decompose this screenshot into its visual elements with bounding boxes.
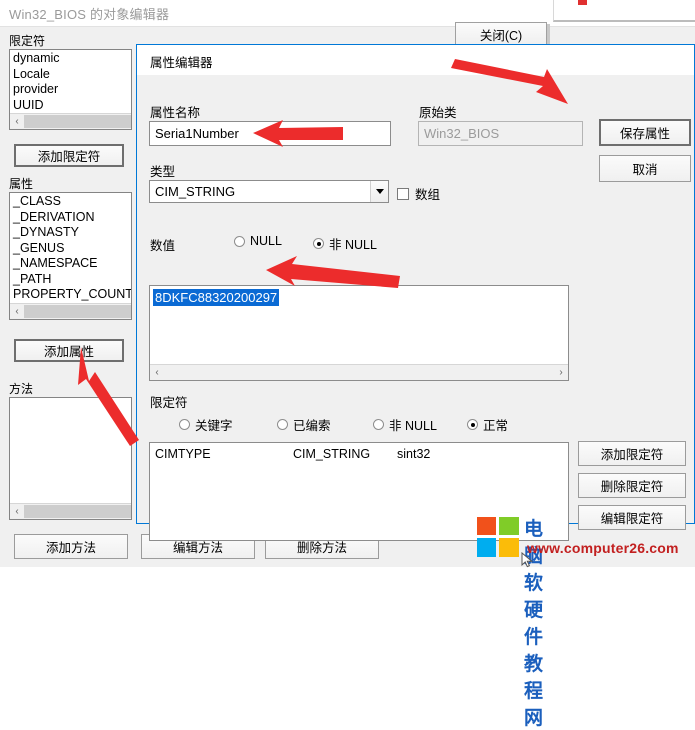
cancel-button[interactable]: 取消	[599, 155, 691, 182]
value-null-radio[interactable]: NULL	[234, 234, 282, 248]
methods-list	[10, 398, 131, 399]
dialog-title: 属性编辑器	[150, 56, 213, 70]
property-editor-dialog: 属性编辑器 属性名称 Seria1Number 原始类 Win32_BIOS 保…	[136, 44, 695, 541]
value-label: 数值	[150, 239, 176, 253]
list-item[interactable]: _CLASS	[13, 194, 131, 210]
list-item[interactable]: _PATH	[13, 272, 131, 288]
checkbox-box[interactable]	[397, 187, 409, 200]
radio-circle[interactable]	[467, 419, 478, 430]
methods-listbox[interactable]: ‹	[9, 397, 132, 520]
value-null-radio-label: NULL	[250, 234, 282, 248]
watermark-site-url: www.computer26.com	[527, 540, 679, 556]
scroll-right-icon[interactable]: ›	[554, 365, 568, 380]
radio-circle[interactable]	[277, 419, 288, 430]
properties-hscrollbar[interactable]: ‹	[10, 303, 131, 319]
add-method-button[interactable]: 添加方法	[14, 534, 128, 559]
table-row[interactable]: CIMTYPE CIM_STRING sint32	[155, 447, 430, 461]
array-checkbox[interactable]: 数组	[397, 184, 440, 203]
list-item[interactable]: _DYNASTY	[13, 225, 131, 241]
list-item[interactable]: PROPERTY_COUNT	[13, 287, 131, 303]
value-text[interactable]: 8DKFC88320200297	[153, 289, 280, 306]
save-property-button[interactable]: 保存属性	[599, 119, 691, 146]
radio-circle[interactable]	[373, 419, 384, 430]
dialog-edit-qualifier-button[interactable]: 编辑限定符	[578, 505, 686, 530]
property-name-field[interactable]: Seria1Number	[149, 121, 391, 146]
qual-name-cell: CIMTYPE	[155, 447, 211, 461]
list-item[interactable]: dynamic	[13, 51, 131, 67]
properties-section-label: 属性	[9, 177, 34, 191]
add-property-button[interactable]: 添加属性	[14, 339, 124, 362]
list-item[interactable]: _GENUS	[13, 241, 131, 257]
scroll-left-icon[interactable]: ‹	[10, 504, 24, 519]
origin-class-field: Win32_BIOS	[418, 121, 583, 146]
methods-hscrollbar[interactable]: ‹	[10, 503, 131, 519]
value-notnull-radio[interactable]: 非 NULL	[313, 234, 377, 253]
qual-filter-keyword-label: 关键字	[195, 419, 233, 433]
list-item[interactable]: Locale	[13, 67, 131, 83]
scroll-left-icon[interactable]: ‹	[150, 365, 164, 380]
scroll-track[interactable]	[164, 365, 554, 380]
type-value: CIM_STRING	[155, 184, 236, 199]
dialog-add-qualifier-button[interactable]: 添加限定符	[578, 441, 686, 466]
qualifiers-list: dynamic Locale provider UUID	[10, 50, 131, 113]
qual-filter-normal-label: 正常	[483, 419, 509, 433]
scroll-thumb[interactable]	[24, 115, 131, 128]
close-button[interactable]: 关闭(C)	[455, 22, 547, 46]
add-qualifier-button[interactable]: 添加限定符	[14, 144, 124, 167]
value-textarea[interactable]: 8DKFC88320200297 ‹ ›	[149, 285, 569, 381]
qual-filter-notnull[interactable]: 非 NULL	[373, 415, 437, 434]
list-item[interactable]: provider	[13, 82, 131, 98]
chevron-down-icon[interactable]	[370, 181, 388, 202]
qual-filter-keyword[interactable]: 关键字	[179, 415, 233, 434]
scroll-thumb[interactable]	[24, 505, 131, 518]
qual-filter-notnull-label: 非 NULL	[389, 419, 437, 433]
properties-list: _CLASS _DERIVATION _DYNASTY _GENUS _NAME…	[10, 193, 131, 303]
type-combobox[interactable]: CIM_STRING	[149, 180, 389, 203]
dialog-titlebar: 属性编辑器	[137, 45, 694, 75]
type-label: 类型	[150, 165, 176, 179]
top-right-red-marker	[578, 0, 587, 5]
scroll-left-icon[interactable]: ‹	[10, 304, 24, 319]
dialog-delete-qualifier-button[interactable]: 删除限定符	[578, 473, 686, 498]
qual-filter-normal[interactable]: 正常	[467, 415, 508, 434]
dialog-body: 属性名称 Seria1Number 原始类 Win32_BIOS 保存属性 取消…	[137, 75, 694, 541]
origin-class-label: 原始类	[419, 106, 457, 120]
list-item[interactable]: _NAMESPACE	[13, 256, 131, 272]
radio-circle[interactable]	[313, 238, 324, 249]
list-item[interactable]: UUID	[13, 98, 131, 114]
qual-filter-indexed-label: 已编索	[293, 419, 331, 433]
qualifiers-listbox[interactable]: dynamic Locale provider UUID ‹	[9, 49, 132, 130]
radio-circle[interactable]	[234, 235, 245, 247]
array-checkbox-label: 数组	[415, 188, 441, 202]
property-name-label: 属性名称	[150, 106, 201, 120]
methods-section-label: 方法	[9, 382, 34, 396]
qualifiers-section-label: 限定符	[9, 34, 46, 48]
qual-value-cell: CIM_STRING	[293, 447, 371, 461]
value-notnull-radio-label: 非 NULL	[329, 238, 377, 252]
page-title: Win32_BIOS 的对象编辑器	[9, 7, 170, 22]
properties-listbox[interactable]: _CLASS _DERIVATION _DYNASTY _GENUS _NAME…	[9, 192, 132, 320]
top-right-panel	[553, 0, 695, 22]
dialog-qualifiers-label: 限定符	[150, 396, 188, 410]
qual-filter-indexed[interactable]: 已编索	[277, 415, 331, 434]
scroll-thumb[interactable]	[24, 305, 131, 318]
list-item[interactable]: _DERIVATION	[13, 210, 131, 226]
value-hscrollbar[interactable]: ‹ ›	[150, 364, 568, 380]
qualifiers-hscrollbar[interactable]: ‹	[10, 113, 131, 129]
windows-logo	[477, 517, 519, 557]
radio-circle[interactable]	[179, 419, 190, 430]
scroll-left-icon[interactable]: ‹	[10, 114, 24, 129]
qual-type-cell: sint32	[397, 447, 431, 461]
